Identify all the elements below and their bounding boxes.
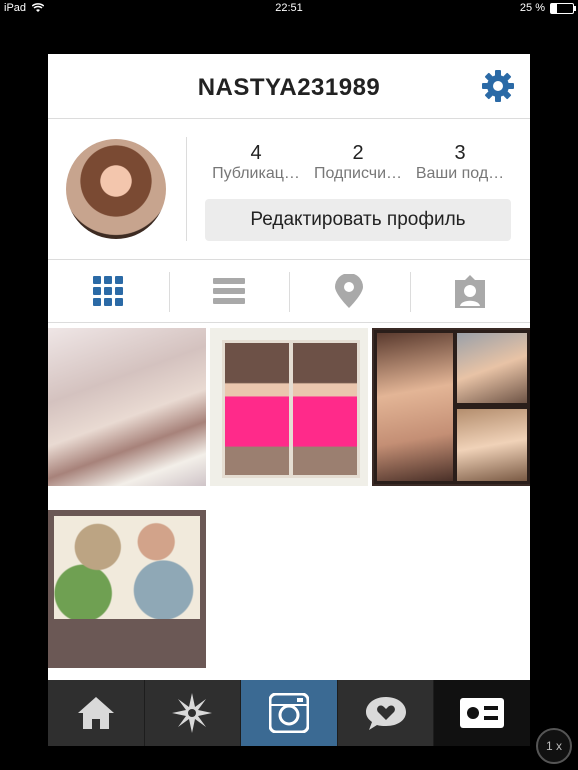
tab-explore[interactable]: [145, 680, 242, 746]
battery-icon: [550, 2, 576, 14]
activity-heart-bubble-icon: [365, 697, 406, 730]
photo-thumbnail[interactable]: [372, 328, 530, 486]
photo-thumbnail[interactable]: [48, 328, 206, 486]
profile-info: 4 Публикац… 2 Подписчи… 3 Ваши под… Реда…: [48, 119, 530, 260]
username-title: NASTYA231989: [197, 74, 381, 101]
tab-list[interactable]: [168, 260, 290, 322]
zoom-indicator[interactable]: 1 x: [536, 728, 572, 764]
stat-followers[interactable]: 2 Подписчи…: [307, 141, 409, 183]
tagged-user-icon: [454, 275, 485, 308]
edit-profile-button[interactable]: Редактировать профиль: [205, 199, 511, 241]
stat-following[interactable]: 3 Ваши под…: [409, 141, 511, 183]
photo-thumbnail[interactable]: [48, 510, 206, 668]
gear-icon[interactable]: [480, 68, 516, 104]
stat-count: 4: [250, 142, 262, 164]
profile-screen: NASTYA231989 4 Публикац… 2 Подписчи… 3 В…: [48, 54, 530, 680]
clock: 22:51: [275, 2, 303, 14]
camera-icon: [268, 693, 309, 733]
stat-count: 2: [352, 142, 364, 164]
tab-activity[interactable]: [338, 680, 435, 746]
explore-star-icon: [172, 693, 213, 733]
stat-count: 3: [454, 142, 466, 164]
tab-map[interactable]: [289, 260, 410, 322]
divider: [186, 137, 187, 241]
stat-label: Публикац…: [212, 165, 300, 182]
status-bar: iPad 22:51 25 %: [0, 0, 578, 16]
tab-tagged[interactable]: [409, 260, 531, 322]
battery-percent: 25 %: [519, 2, 545, 14]
tab-profile[interactable]: [434, 680, 530, 746]
view-tabs: [48, 260, 530, 323]
bottom-tab-bar: [48, 680, 530, 746]
tab-camera[interactable]: [241, 680, 338, 746]
profile-header: NASTYA231989: [48, 54, 530, 119]
stat-label: Подписчи…: [313, 165, 403, 182]
stat-posts[interactable]: 4 Публикац…: [205, 141, 307, 183]
stat-label: Ваши под…: [415, 165, 505, 182]
home-icon: [77, 697, 114, 729]
photo-thumbnail[interactable]: [210, 328, 368, 486]
tab-home[interactable]: [48, 680, 145, 746]
tab-grid[interactable]: [48, 260, 169, 322]
profile-card-icon: [460, 698, 505, 728]
map-pin-icon: [335, 274, 364, 308]
grid-icon: [93, 276, 124, 306]
avatar[interactable]: [66, 139, 166, 239]
list-icon: [212, 278, 245, 304]
profile-stats: 4 Публикац… 2 Подписчи… 3 Ваши под…: [205, 141, 513, 183]
